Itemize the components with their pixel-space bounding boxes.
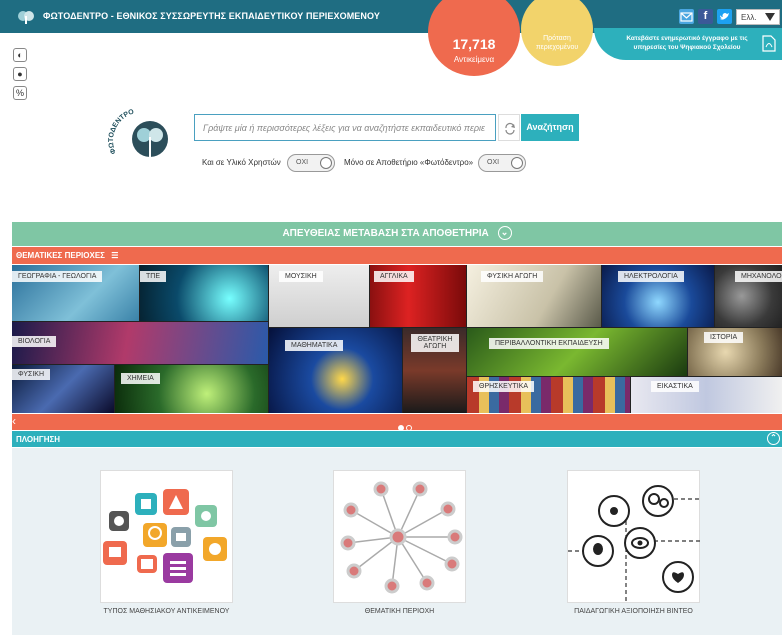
- card-pedagogical-video[interactable]: [567, 470, 701, 604]
- tile-label: ΓΕΩΓΡΑΦΙΑ - ΓΕΩΛΟΓΙΑ: [12, 271, 103, 282]
- submit-content-label: Πρόταση περιεχομένου: [535, 35, 579, 51]
- side-toolbar: ◐ ● %: [13, 48, 27, 105]
- tile-label: ΗΛΕΚΤΡΟΛΟΓΙΑ: [618, 271, 684, 282]
- toggle-knob: [511, 157, 523, 169]
- chevron-down-icon: [765, 13, 775, 21]
- card-label[interactable]: ΠΑΙΔΑΓΩΓΙΚΗ ΑΞΙΟΠΟΙΗΣΗ ΒΙΝΤΕΟ: [567, 608, 700, 615]
- menu-icon[interactable]: ☰: [111, 251, 118, 260]
- info-doc-label: Κατεβάστε ενημερωτικό έγγραφο με τις υπη…: [626, 35, 748, 51]
- network-icon: [340, 481, 463, 594]
- tile-label: ΧΗΜΕΙΑ: [121, 373, 160, 384]
- tile-label: ΑΓΓΛΙΚΑ: [374, 271, 414, 282]
- object-count: 17,718: [452, 36, 496, 52]
- card-label[interactable]: ΘΕΜΑΤΙΚΗ ΠΕΡΙΟΧΗ: [333, 608, 466, 615]
- tile-chemistry[interactable]: ΧΗΜΕΙΑ: [115, 365, 268, 413]
- accessibility-icon[interactable]: ◐: [13, 48, 27, 62]
- direct-repositories-label: ΑΠΕΥΘΕΙΑΣ ΜΕΤΑΒΑΣΗ ΣΤΑ ΑΠΟΘΕΤΗΡΙΑ: [282, 228, 489, 239]
- tile-label: ΘΕΑΤΡΙΚΗ ΑΓΩΓΗ: [411, 334, 459, 352]
- direct-repositories-bar[interactable]: ΑΠΕΥΘΕΙΑΣ ΜΕΤΑΒΑΣΗ ΣΤΑ ΑΠΟΘΕΤΗΡΙΑ ⌄: [12, 222, 782, 246]
- email-icon[interactable]: [679, 9, 694, 24]
- font-size-icon[interactable]: %: [13, 86, 27, 100]
- refresh-button[interactable]: [498, 114, 520, 141]
- tile-religion[interactable]: ΘΡΗΣΚΕΥΤΙΚΑ: [467, 377, 630, 413]
- carousel-nav-bar: ‹: [12, 414, 782, 431]
- info-doc-banner[interactable]: Κατεβάστε ενημερωτικό έγγραφο με τις υπη…: [594, 28, 782, 60]
- tile-label: ΤΠΕ: [140, 271, 166, 282]
- tile-history[interactable]: ΙΣΤΟΡΙΑ: [688, 328, 782, 376]
- search-button[interactable]: Αναζήτηση: [521, 114, 579, 141]
- tile-ict[interactable]: ΤΠΕ: [140, 265, 268, 321]
- chevron-up-icon[interactable]: ⌃: [767, 432, 780, 445]
- thematic-tiles-grid: ΓΕΩΓΡΑΦΙΑ - ΓΕΩΛΟΓΙΑ ΤΠΕ ΜΟΥΣΙΚΗ ΑΓΓΛΙΚΑ…: [12, 265, 782, 413]
- tile-label: ΜΗΧΑΝΟΛΟΓ: [735, 271, 782, 282]
- tile-label: ΠΕΡΙΒΑΛΛΟΝΤΙΚΗ ΕΚΠΑΙΔΕΥΣΗ: [489, 338, 609, 349]
- object-count-label: Αντικείμενα: [453, 55, 495, 64]
- tile-label: ΦΥΣΙΚΗ: [12, 369, 51, 380]
- card-thematic-area[interactable]: [333, 470, 466, 603]
- chevron-down-icon[interactable]: ⌄: [497, 226, 512, 241]
- tile-mechanical[interactable]: ΜΗΧΑΝΟΛΟΓ: [715, 265, 782, 327]
- tile-geography[interactable]: ΓΕΩΓΡΑΦΙΑ - ΓΕΩΛΟΓΙΑ: [12, 265, 139, 321]
- tile-mathematics[interactable]: ΜΑΘΗΜΑΤΙΚΑ: [269, 328, 402, 413]
- site-logo[interactable]: ΦΩΤΟΔΕΝΤΡΟ: [106, 105, 180, 179]
- tile-physical-education[interactable]: ΦΥΣΙΚΗ ΑΓΩΓΗ: [467, 265, 601, 327]
- user-material-toggle[interactable]: ΟΧΙ: [287, 154, 335, 172]
- tile-biology[interactable]: ΒΙΟΛΟΓΙΑ: [12, 322, 268, 364]
- tile-english[interactable]: ΑΓΓΛΙΚΑ: [370, 265, 466, 327]
- logo-icon[interactable]: [16, 8, 36, 25]
- thematic-areas-label: ΘΕΜΑΤΙΚΕΣ ΠΕΡΙΟΧΕΣ: [16, 251, 105, 260]
- twitter-icon[interactable]: [717, 9, 732, 24]
- tile-music[interactable]: ΜΟΥΣΙΚΗ: [269, 265, 369, 327]
- tile-electrical[interactable]: ΗΛΕΚΤΡΟΛΟΓΙΑ: [602, 265, 714, 327]
- pedagogy-icons: [568, 485, 701, 604]
- tile-label: ΜΑΘΗΜΑΤΙΚΑ: [285, 340, 344, 351]
- user-material-label: Και σε Υλικό Χρηστών: [202, 158, 281, 167]
- repo-only-label: Μόνο σε Αποθετήριο «Φωτόδεντρο»: [344, 158, 474, 167]
- browse-label: ΠΛΟΗΓΗΣΗ: [16, 435, 61, 444]
- tile-label: ΜΟΥΣΙΚΗ: [279, 271, 323, 282]
- pdf-icon: [762, 35, 776, 52]
- language-select[interactable]: Ελλ.: [736, 9, 780, 25]
- learning-object-types-icon: [103, 489, 227, 583]
- repo-only-toggle[interactable]: ΟΧΙ: [478, 154, 526, 172]
- facebook-icon[interactable]: f: [698, 9, 713, 24]
- thematic-areas-bar[interactable]: ΘΕΜΑΤΙΚΕΣ ΠΕΡΙΟΧΕΣ ☰: [12, 247, 782, 264]
- tile-environmental[interactable]: ΠΕΡΙΒΑΛΛΟΝΤΙΚΗ ΕΚΠΑΙΔΕΥΣΗ: [467, 328, 687, 376]
- svg-text:ΦΩΤΟΔΕΝΤΡΟ: ΦΩΤΟΔΕΝΤΡΟ: [108, 108, 136, 155]
- tile-label: ΙΣΤΟΡΙΑ: [704, 332, 744, 343]
- language-value: Ελλ.: [741, 13, 757, 22]
- repo-only-value: ΟΧΙ: [487, 159, 500, 166]
- tile-physics[interactable]: ΦΥΣΙΚΗ: [12, 365, 114, 413]
- user-material-value: ΟΧΙ: [296, 159, 309, 166]
- toggle-knob: [320, 157, 332, 169]
- card-learning-object-type[interactable]: [100, 470, 233, 603]
- logo-text: ΦΩΤΟΔΕΝΤΡΟ: [108, 108, 136, 155]
- site-title[interactable]: ΦΩΤΟΔΕΝΤΡΟ - ΕΘΝΙΚΟΣ ΣΥΣΣΩΡΕΥΤΗΣ ΕΚΠΑΙΔΕ…: [43, 11, 380, 21]
- tile-drama[interactable]: ΘΕΑΤΡΙΚΗ ΑΓΩΓΗ: [403, 328, 466, 413]
- tile-label: ΕΙΚΑΣΤΙΚΑ: [651, 381, 699, 392]
- chevron-left-icon[interactable]: ‹: [12, 414, 22, 430]
- card-label[interactable]: ΤΥΠΟΣ ΜΑΘΗΣΙΑΚΟΥ ΑΝΤΙΚΕΙΜΕΝΟΥ: [100, 608, 233, 615]
- object-count-bubble[interactable]: 17,718 Αντικείμενα: [428, 0, 520, 76]
- tile-visual-arts[interactable]: ΕΙΚΑΣΤΙΚΑ: [631, 377, 782, 413]
- refresh-icon: [505, 122, 515, 135]
- contrast-icon[interactable]: ●: [13, 67, 27, 81]
- tile-label: ΒΙΟΛΟΓΙΑ: [12, 336, 57, 347]
- search-input[interactable]: Γράψτε μία ή περισσότερες λέξεις για να …: [194, 114, 496, 141]
- tile-label: ΦΥΣΙΚΗ ΑΓΩΓΗ: [481, 271, 544, 282]
- tile-label: ΘΡΗΣΚΕΥΤΙΚΑ: [473, 381, 535, 392]
- submit-content-bubble[interactable]: Πρόταση περιεχομένου: [521, 0, 593, 66]
- browse-bar[interactable]: ΠΛΟΗΓΗΣΗ ⌃: [12, 431, 782, 447]
